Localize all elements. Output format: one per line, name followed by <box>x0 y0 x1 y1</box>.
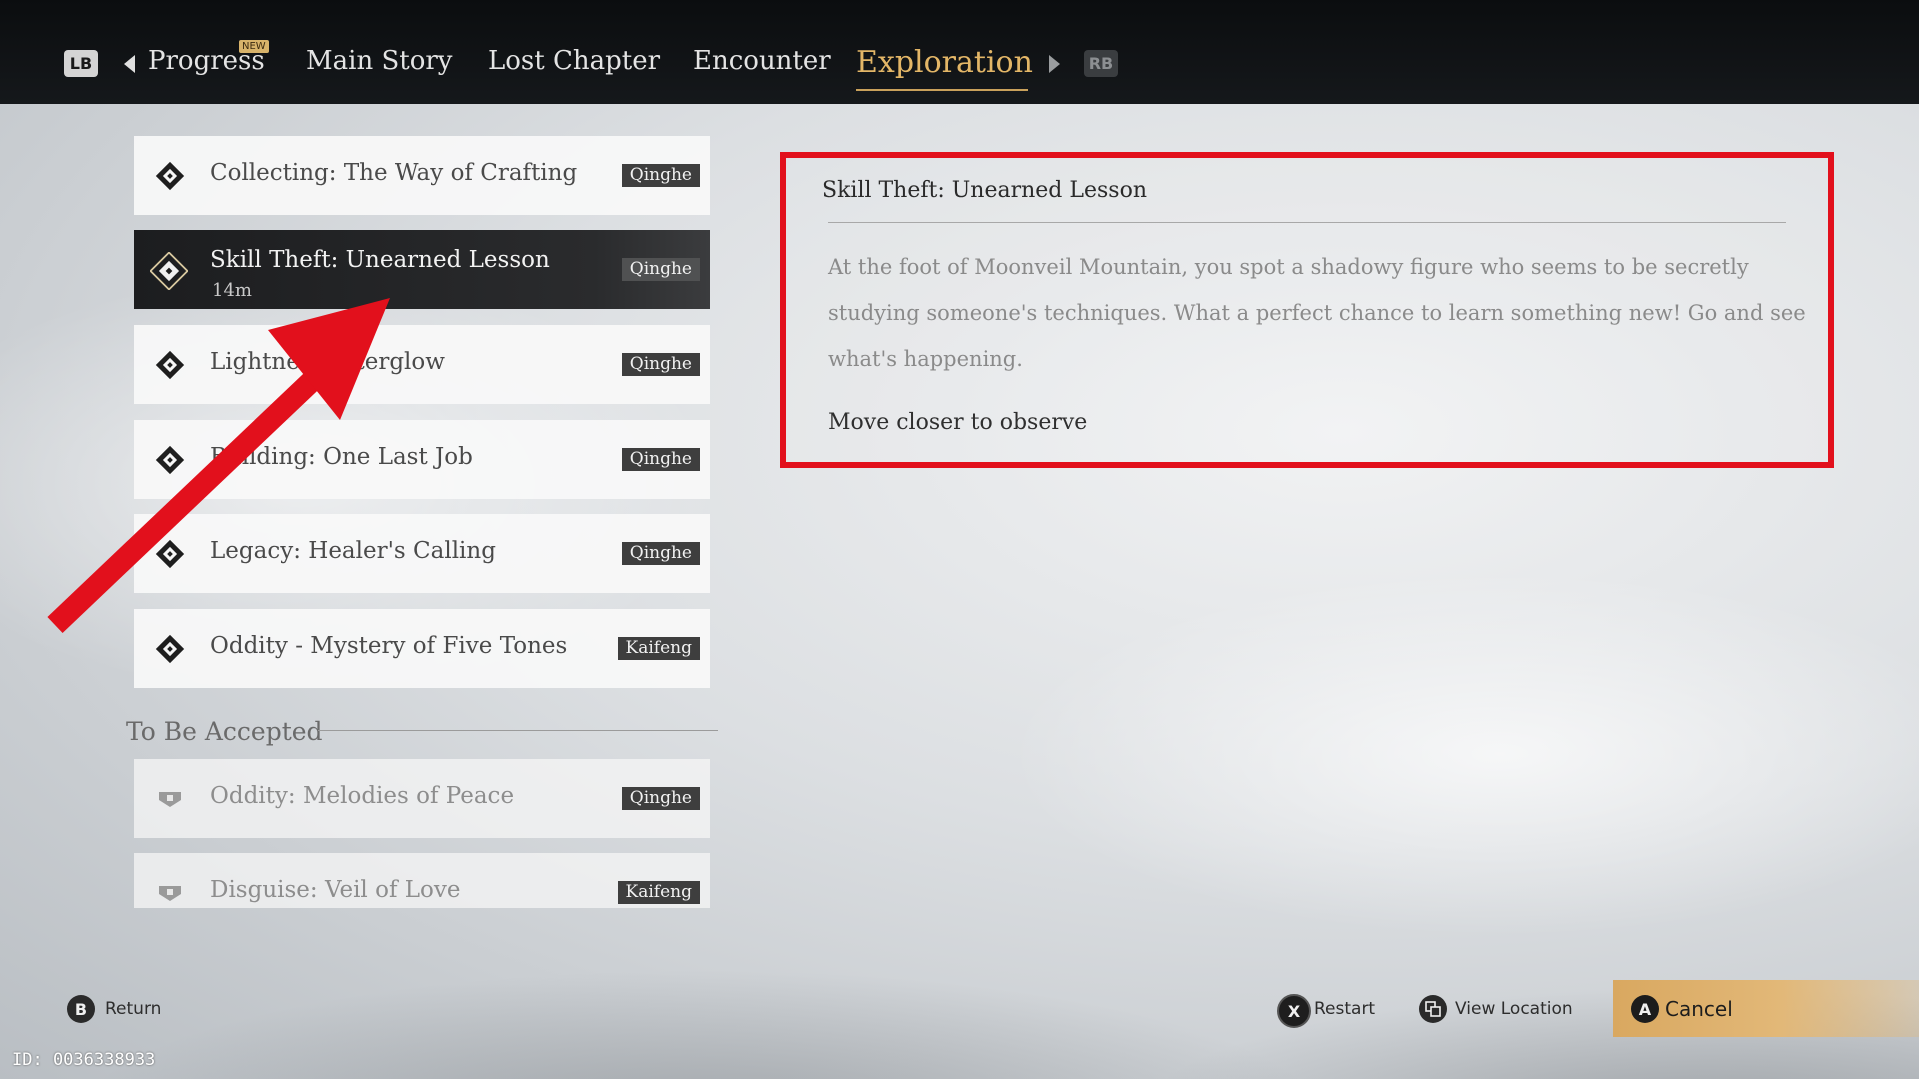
location-tag: Qinghe <box>621 448 700 471</box>
quest-item[interactable]: Lightness Afterglow Qinghe <box>134 325 710 404</box>
quest-title: Lightness Afterglow <box>210 349 445 375</box>
quest-diamond-icon <box>155 161 185 191</box>
location-tag: Qinghe <box>621 542 700 565</box>
active-tab-underline <box>856 89 1028 91</box>
view-button-icon[interactable] <box>1419 995 1447 1023</box>
quest-item[interactable]: Collecting: The Way of Crafting Qinghe <box>134 136 710 215</box>
quest-title: Building: One Last Job <box>210 444 473 470</box>
return-label[interactable]: Return <box>105 999 161 1019</box>
quest-diamond-icon <box>150 252 188 290</box>
quest-diamond-icon <box>155 445 185 475</box>
location-tag: Qinghe <box>621 258 700 281</box>
location-tag: Kaifeng <box>617 881 700 904</box>
tab-encounter[interactable]: Encounter <box>693 46 831 76</box>
quest-title: Disguise: Veil of Love <box>210 877 461 903</box>
rb-button[interactable]: RB <box>1084 50 1118 77</box>
tab-exploration[interactable]: Exploration <box>856 45 1033 80</box>
quest-title: Collecting: The Way of Crafting <box>210 160 578 186</box>
cancel-label[interactable]: Cancel <box>1665 997 1733 1021</box>
quest-item-unaccepted[interactable]: Oddity: Melodies of Peace Qinghe <box>134 759 710 838</box>
section-divider <box>318 730 718 731</box>
quest-title: Legacy: Healer's Calling <box>210 538 496 564</box>
top-navigation-bar: LB Progress NEW Main Story Lost Chapter … <box>0 0 1919 104</box>
a-button-icon[interactable]: A <box>1631 995 1659 1023</box>
quest-time: 14m <box>212 280 252 301</box>
lb-button[interactable]: LB <box>64 50 98 77</box>
quest-diamond-icon <box>155 539 185 569</box>
watermark-id: ID: 0036338933 <box>12 1050 156 1070</box>
quest-item-unaccepted[interactable]: Disguise: Veil of Love Kaifeng <box>134 853 710 908</box>
chevron-right-icon[interactable] <box>1049 55 1060 73</box>
quest-diamond-icon <box>155 634 185 664</box>
location-tag: Qinghe <box>621 353 700 376</box>
quest-title: Oddity - Mystery of Five Tones <box>210 633 568 659</box>
quest-title: Skill Theft: Unearned Lesson <box>210 247 550 273</box>
detail-divider <box>828 222 1786 223</box>
tab-main-story[interactable]: Main Story <box>306 46 452 76</box>
section-heading-to-be-accepted: To Be Accepted <box>126 717 323 746</box>
quest-item-selected[interactable]: Skill Theft: Unearned Lesson 14m Qinghe <box>134 230 710 309</box>
quest-title: Oddity: Melodies of Peace <box>210 783 515 809</box>
tab-lost-chapter[interactable]: Lost Chapter <box>488 46 660 76</box>
location-tag: Qinghe <box>621 787 700 810</box>
quest-item[interactable]: Oddity - Mystery of Five Tones Kaifeng <box>134 609 710 688</box>
quest-diamond-icon <box>155 350 185 380</box>
b-button-icon[interactable]: B <box>67 995 95 1023</box>
restart-label[interactable]: Restart <box>1314 999 1375 1019</box>
detail-objective: Move closer to observe <box>828 410 1088 435</box>
chevron-left-icon[interactable] <box>124 55 135 73</box>
detail-description: At the foot of Moonveil Mountain, you sp… <box>828 255 1806 371</box>
view-location-label[interactable]: View Location <box>1455 999 1573 1019</box>
quest-item[interactable]: Building: One Last Job Qinghe <box>134 420 710 499</box>
location-tag: Kaifeng <box>617 637 700 660</box>
quest-banner-icon <box>159 886 181 901</box>
quest-banner-icon <box>159 792 181 807</box>
quest-item[interactable]: Legacy: Healer's Calling Qinghe <box>134 514 710 593</box>
new-badge: NEW <box>239 40 269 53</box>
detail-title: Skill Theft: Unearned Lesson <box>822 178 1148 203</box>
location-tag: Qinghe <box>621 164 700 187</box>
x-button-icon[interactable]: X <box>1277 994 1311 1028</box>
